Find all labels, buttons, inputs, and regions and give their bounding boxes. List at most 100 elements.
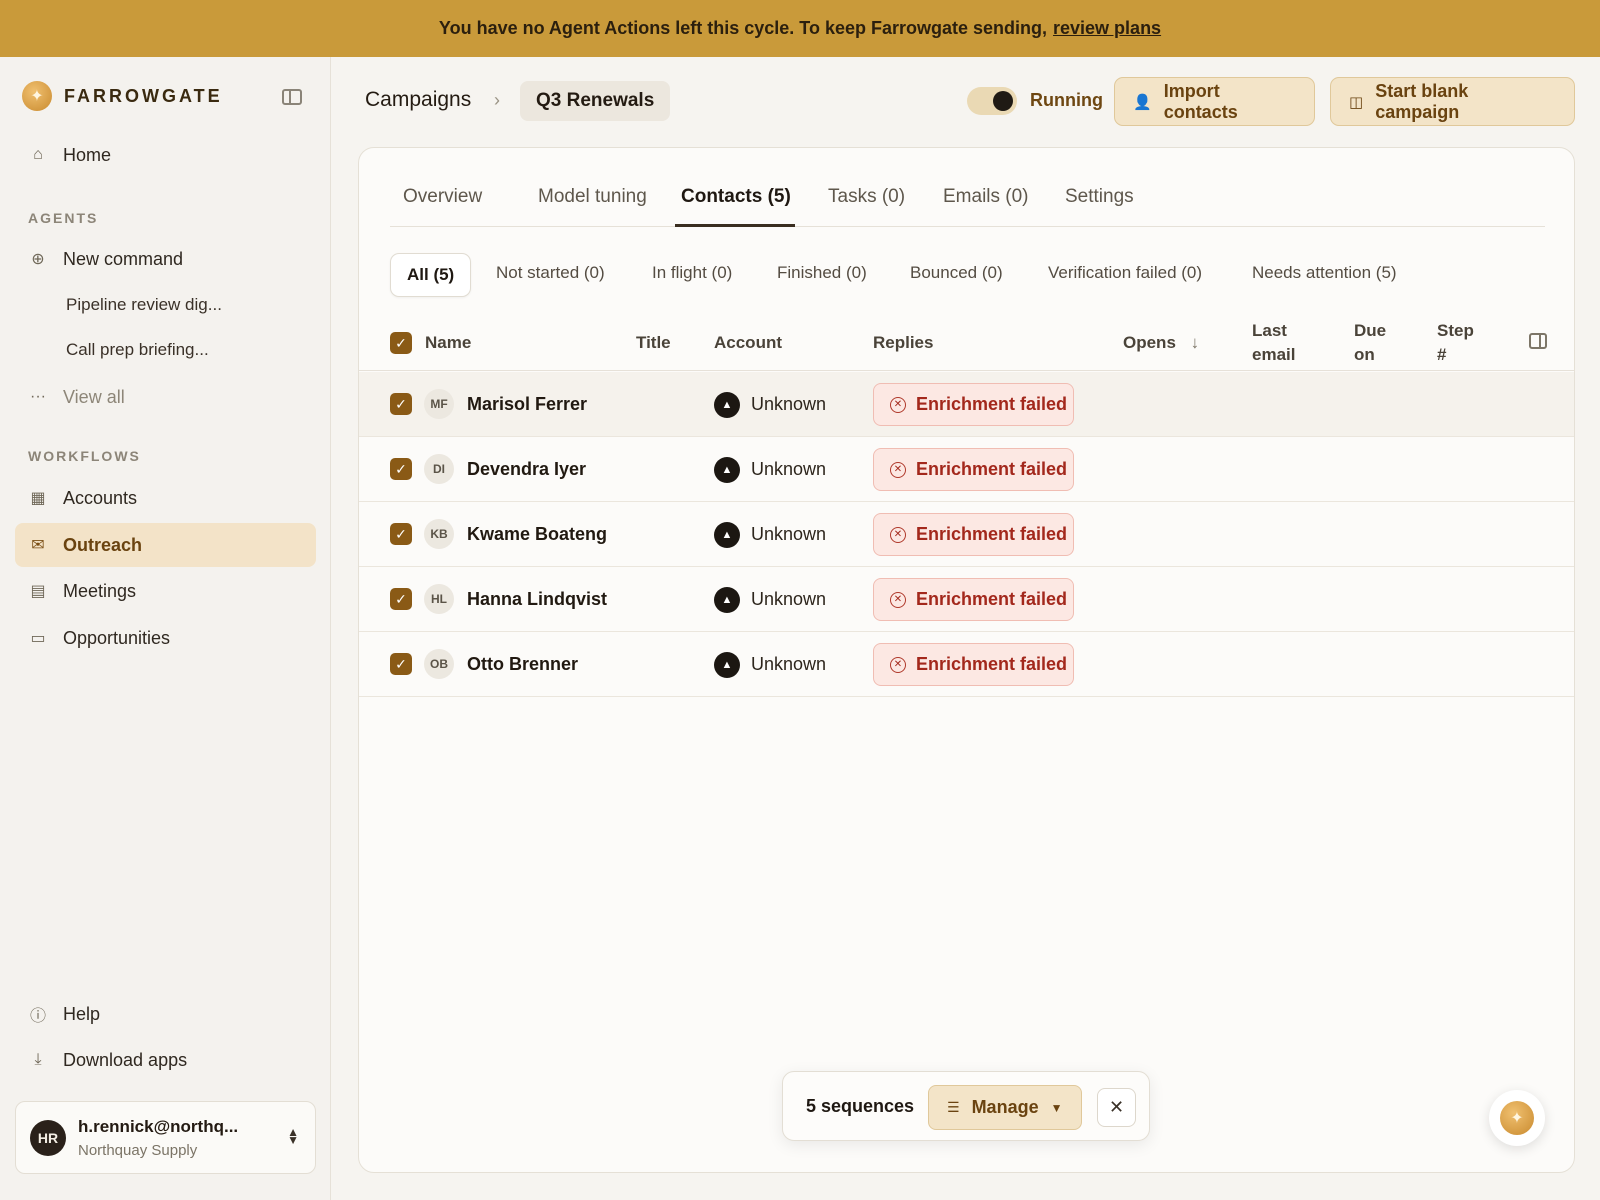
contact-name[interactable]: Otto Brenner <box>467 654 578 675</box>
contact-account: Unknown <box>751 654 827 674</box>
table-row[interactable]: ✓ OB Otto Brenner ▲ Unknown ✕ Enrichment … <box>359 632 1574 697</box>
status-badge[interactable]: ✕ Enrichment failed <box>873 578 1074 621</box>
home-icon: ⌂ <box>33 146 43 163</box>
agents-section-label: AGENTS <box>28 210 99 226</box>
status-badge-label: Enrichment failed <box>916 459 1068 479</box>
sidebar-item-label: New command <box>63 248 184 269</box>
table-row[interactable]: ✓ MF Marisol Ferrer ▲ Unknown ✕ Enrichmen… <box>359 372 1574 437</box>
status-badge-label: Enrichment failed <box>916 394 1068 414</box>
start-blank-campaign-button[interactable]: ◫ Start blank campaign <box>1330 77 1575 126</box>
sidebar-item-view-all[interactable]: ··· View all <box>15 375 316 419</box>
column-last-email[interactable]: Last email <box>1252 319 1295 367</box>
assistant-button[interactable]: ✦ <box>1489 1090 1545 1146</box>
active-tab-indicator <box>675 224 795 227</box>
banner-text: You have no Agent Actions left this cycl… <box>438 18 1048 38</box>
sidebar-item-opportunities[interactable]: ▭ Opportunities <box>15 616 316 660</box>
sidebar: ✦ FARROWGATE ⌂ Home AGENTS ⊕ New command… <box>0 57 331 1200</box>
plus-circle-icon: ⊕ <box>31 251 45 268</box>
table-row[interactable]: ✓ KB Kwame Boateng ▲ Unknown ✕ Enrichment… <box>359 502 1574 567</box>
breadcrumb-campaigns[interactable]: Campaigns <box>365 88 471 112</box>
column-due-on-line2: on <box>1354 345 1375 364</box>
row-checkbox[interactable]: ✓ <box>390 653 412 675</box>
sort-down-icon: ↓ <box>1190 333 1200 352</box>
status-badge[interactable]: ✕ Enrichment failed <box>873 448 1074 491</box>
manage-label: Manage <box>971 1097 1039 1117</box>
close-icon[interactable]: ✕ <box>1097 1088 1136 1127</box>
table-header: ✓ Name Title Account Replies Opens ↓ Las… <box>359 316 1574 371</box>
status-badge[interactable]: ✕ Enrichment failed <box>873 513 1074 556</box>
filter-all[interactable]: All (5) <box>390 253 472 297</box>
account-triangle-icon: ▲ <box>714 522 740 548</box>
column-step[interactable]: Step # <box>1437 319 1474 367</box>
filter-verification-failed[interactable]: Verification failed (0) <box>1048 263 1202 283</box>
status-badge[interactable]: ✕ Enrichment failed <box>873 643 1074 686</box>
tab-tasks[interactable]: Tasks (0) <box>828 186 905 208</box>
sidebar-item-meetings[interactable]: ▤ Meetings <box>15 569 316 613</box>
column-name[interactable]: Name <box>425 331 471 355</box>
column-settings-icon[interactable] <box>1529 333 1547 349</box>
sidebar-item-outreach[interactable]: ✉ Outreach <box>15 523 316 567</box>
sparkle-icon: ✦ <box>1500 1101 1534 1135</box>
column-due-on-line1: Due <box>1354 321 1387 340</box>
review-plans-link[interactable]: review plans <box>1053 18 1161 39</box>
contact-name[interactable]: Devendra Iyer <box>467 459 586 480</box>
contact-name[interactable]: Marisol Ferrer <box>467 394 587 415</box>
sidebar-item-accounts[interactable]: ▦ Accounts <box>15 476 316 520</box>
sidebar-item-label: Accounts <box>63 487 138 508</box>
column-step-line2: # <box>1437 345 1447 364</box>
row-checkbox[interactable]: ✓ <box>390 588 412 610</box>
import-contacts-button[interactable]: 👤 Import contacts <box>1114 77 1315 126</box>
tab-settings[interactable]: Settings <box>1065 186 1134 208</box>
filter-finished[interactable]: Finished (0) <box>777 263 867 283</box>
column-title[interactable]: Title <box>636 331 671 355</box>
tab-model-tuning[interactable]: Model tuning <box>538 186 647 208</box>
manage-button[interactable]: ☰ Manage ▼ <box>928 1085 1082 1130</box>
brand-name: FARROWGATE <box>64 85 223 106</box>
sidebar-item-download-apps[interactable]: ⤓ Download apps <box>15 1038 316 1082</box>
sidebar-recent-item[interactable]: Pipeline review dig... <box>66 295 222 315</box>
sidebar-item-help[interactable]: ⓘ Help <box>15 992 316 1036</box>
error-circle-icon: ✕ <box>890 396 906 413</box>
column-due-on[interactable]: Due on <box>1354 319 1386 367</box>
tab-bar: Overview Model tuning Contacts (5) Tasks… <box>390 148 1545 227</box>
layout-icon: ◫ <box>1349 93 1364 111</box>
tab-overview[interactable]: Overview <box>403 186 482 208</box>
contact-avatar: HL <box>424 584 454 614</box>
row-checkbox[interactable]: ✓ <box>390 393 412 415</box>
column-replies[interactable]: Replies <box>873 331 933 355</box>
user-plus-icon: 👤 <box>1133 93 1152 111</box>
error-circle-icon: ✕ <box>890 461 906 478</box>
error-circle-icon: ✕ <box>890 526 906 543</box>
filter-not-started[interactable]: Not started (0) <box>496 263 605 283</box>
filter-bounced[interactable]: Bounced (0) <box>910 263 1003 283</box>
filter-in-flight[interactable]: In flight (0) <box>652 263 732 283</box>
contact-name[interactable]: Kwame Boateng <box>467 524 607 545</box>
running-toggle[interactable] <box>967 87 1017 115</box>
status-badge[interactable]: ✕ Enrichment failed <box>873 383 1074 426</box>
sidebar-item-label: Opportunities <box>63 627 171 648</box>
table-row[interactable]: ✓ HL Hanna Lindqvist ▲ Unknown ✕ Enrichme… <box>359 567 1574 632</box>
column-opens[interactable]: Opens ↓ <box>1123 331 1199 355</box>
download-icon: ⤓ <box>34 1051 42 1068</box>
row-checkbox[interactable]: ✓ <box>390 523 412 545</box>
select-all-checkbox[interactable]: ✓ <box>390 332 412 354</box>
contact-name[interactable]: Hanna Lindqvist <box>467 589 607 610</box>
row-checkbox[interactable]: ✓ <box>390 458 412 480</box>
error-circle-icon: ✕ <box>890 591 906 608</box>
table-row[interactable]: ✓ DI Devendra Iyer ▲ Unknown ✕ Enrichment… <box>359 437 1574 502</box>
status-label: Running <box>1030 90 1103 110</box>
chevron-down-icon: ▼ <box>1050 1100 1063 1115</box>
tab-emails[interactable]: Emails (0) <box>943 186 1029 208</box>
sidebar-recent-item[interactable]: Call prep briefing... <box>66 340 209 360</box>
user-account-switcher[interactable]: HR h.rennick@northq... Northquay Supply … <box>15 1101 316 1174</box>
contact-avatar: MF <box>424 389 454 419</box>
tab-contacts[interactable]: Contacts (5) <box>681 186 791 208</box>
filter-needs-attention[interactable]: Needs attention (5) <box>1252 263 1397 283</box>
account-triangle-icon: ▲ <box>714 587 740 613</box>
sidebar-item-new-command[interactable]: ⊕ New command <box>15 237 316 281</box>
breadcrumb-current[interactable]: Q3 Renewals <box>520 81 671 121</box>
column-account[interactable]: Account <box>714 331 782 355</box>
sidebar-collapse-icon[interactable] <box>282 89 302 105</box>
brand[interactable]: ✦ FARROWGATE <box>22 81 223 111</box>
sidebar-item-home[interactable]: ⌂ Home <box>15 133 316 177</box>
